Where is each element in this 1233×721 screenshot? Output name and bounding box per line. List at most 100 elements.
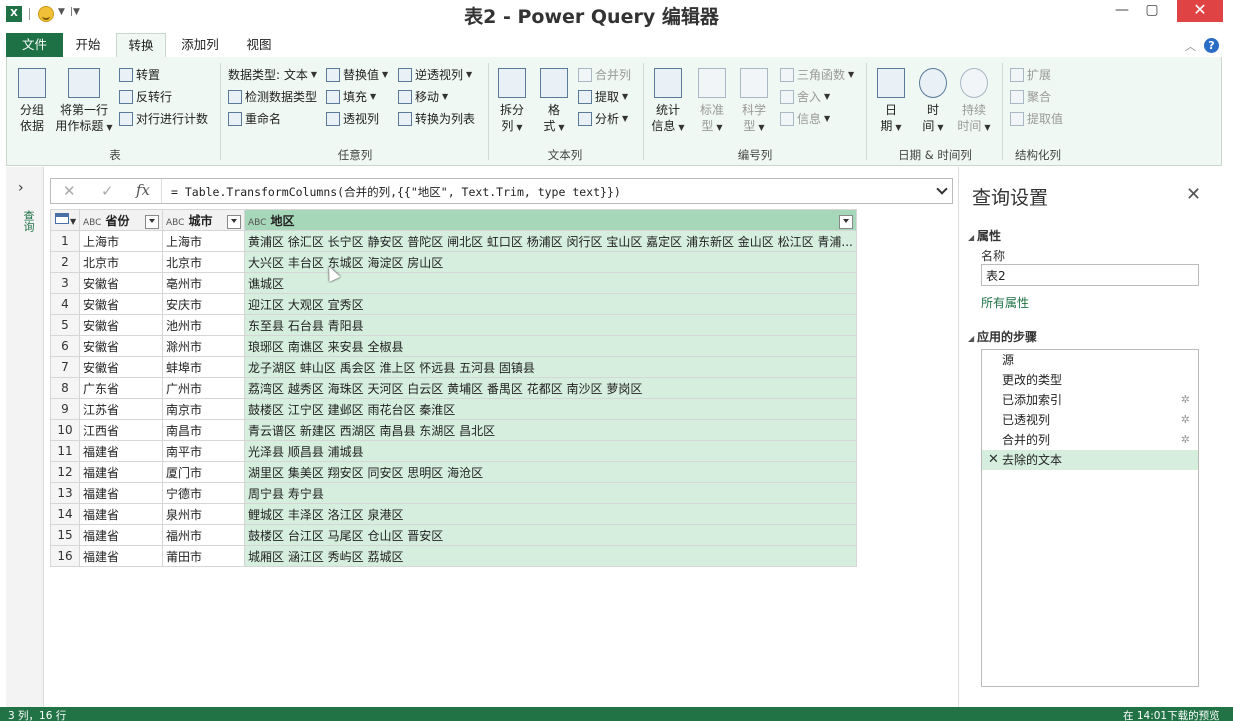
row-number[interactable]: 12	[50, 461, 80, 483]
to-list-button[interactable]: 转换为列表	[398, 110, 475, 127]
row-number[interactable]: 2	[50, 251, 80, 273]
cell-city[interactable]: 南京市	[162, 398, 245, 420]
gear-icon[interactable]: ✲	[1181, 410, 1190, 430]
cell-district[interactable]: 湖里区 集美区 翔安区 同安区 思明区 海沧区	[244, 461, 857, 483]
row-number[interactable]: 11	[50, 440, 80, 462]
filter-dropdown-icon[interactable]	[145, 214, 159, 229]
cell-city[interactable]: 安庆市	[162, 293, 245, 315]
table-row[interactable]: 13 福建省 宁德市 周宁县 寿宁县	[50, 482, 857, 504]
table-row[interactable]: 10 江西省 南昌市 青云谱区 新建区 西湖区 南昌县 东湖区 昌北区	[50, 419, 857, 441]
rename-button[interactable]: 重命名	[228, 110, 281, 127]
expand-queries-icon[interactable]: ›	[18, 180, 24, 196]
confirm-formula-icon[interactable]: ✓	[101, 182, 114, 200]
replace-values-button[interactable]: 替换值 ▼	[326, 66, 388, 83]
cell-district[interactable]: 琅琊区 南谯区 来安县 全椒县	[244, 335, 857, 357]
table-row[interactable]: 15 福建省 福州市 鼓楼区 台江区 马尾区 仓山区 晋安区	[50, 524, 857, 546]
tab-add-column[interactable]: 添加列	[172, 33, 228, 57]
cell-province[interactable]: 福建省	[79, 440, 163, 462]
column-header-city[interactable]: ABC 城市	[162, 209, 245, 231]
cell-city[interactable]: 广州市	[162, 377, 245, 399]
cell-city[interactable]: 宁德市	[162, 482, 245, 504]
aggregate-button[interactable]: 聚合	[1010, 88, 1051, 105]
help-icon[interactable]: ?	[1204, 38, 1219, 53]
table-row[interactable]: 6 安徽省 滁州市 琅琊区 南谯区 来安县 全椒县	[50, 335, 857, 357]
cell-city[interactable]: 福州市	[162, 524, 245, 546]
cell-province[interactable]: 安徽省	[79, 293, 163, 315]
close-pane-icon[interactable]: ✕	[1186, 184, 1201, 205]
use-first-row-button[interactable]: 将第一行 用作标题 ▼	[54, 68, 114, 136]
reverse-rows-button[interactable]: 反转行	[119, 88, 172, 105]
text-type-icon[interactable]: ABC	[83, 218, 101, 228]
trig-button[interactable]: 三角函数 ▼	[780, 66, 854, 83]
cell-province[interactable]: 安徽省	[79, 335, 163, 357]
table-row[interactable]: 7 安徽省 蚌埠市 龙子湖区 蚌山区 禹会区 淮上区 怀远县 五河县 固镇县	[50, 356, 857, 378]
row-number[interactable]: 6	[50, 335, 80, 357]
gear-icon[interactable]: ✲	[1181, 430, 1190, 450]
cell-district[interactable]: 黄浦区 徐汇区 长宁区 静安区 普陀区 闸北区 虹口区 杨浦区 闵行区 宝山区 …	[244, 230, 857, 252]
row-number[interactable]: 14	[50, 503, 80, 525]
date-button[interactable]: 日 期 ▼	[872, 68, 910, 136]
cell-province[interactable]: 福建省	[79, 461, 163, 483]
filter-dropdown-icon[interactable]	[838, 214, 853, 229]
cell-province[interactable]: 安徽省	[79, 356, 163, 378]
expand-formula-bar-icon[interactable]	[936, 183, 948, 195]
minimize-button[interactable]: —	[1110, 0, 1134, 22]
cell-district[interactable]: 青云谱区 新建区 西湖区 南昌县 东湖区 昌北区	[244, 419, 857, 441]
text-type-icon[interactable]: ABC	[166, 218, 184, 228]
detect-type-button[interactable]: 检测数据类型	[228, 88, 317, 105]
standard-button[interactable]: 标准 型 ▼	[692, 68, 732, 136]
queries-nav-pane[interactable]	[6, 167, 44, 707]
cancel-formula-icon[interactable]: ✕	[63, 182, 76, 200]
maximize-button[interactable]: ▢	[1140, 0, 1164, 22]
step-trimmed-text[interactable]: ✕ 去除的文本	[982, 450, 1198, 470]
rounding-button[interactable]: 舍入 ▼	[780, 88, 830, 105]
row-number[interactable]: 4	[50, 293, 80, 315]
cell-province[interactable]: 福建省	[79, 503, 163, 525]
cell-province[interactable]: 福建省	[79, 524, 163, 546]
format-button[interactable]: 格 式 ▼	[536, 68, 572, 136]
cell-district[interactable]: 鲤城区 丰泽区 洛江区 泉港区	[244, 503, 857, 525]
step-added-index[interactable]: 已添加索引 ✲	[982, 390, 1198, 410]
cell-district[interactable]: 鼓楼区 台江区 马尾区 仓山区 晋安区	[244, 524, 857, 546]
table-row[interactable]: 9 江苏省 南京市 鼓楼区 江宁区 建邺区 雨花台区 秦淮区	[50, 398, 857, 420]
queries-nav-label[interactable]: 查询	[20, 210, 36, 232]
cell-province[interactable]: 安徽省	[79, 314, 163, 336]
statistics-button[interactable]: 统计 信息 ▼	[648, 68, 688, 136]
row-number[interactable]: 9	[50, 398, 80, 420]
unpivot-button[interactable]: 逆透视列 ▼	[398, 66, 472, 83]
fx-icon[interactable]: fx	[136, 181, 150, 199]
table-row[interactable]: 5 安徽省 池州市 东至县 石台县 青阳县	[50, 314, 857, 336]
pivot-column-button[interactable]: 透视列	[326, 110, 379, 127]
table-row[interactable]: 2 北京市 北京市 大兴区 丰台区 东城区 海淀区 房山区	[50, 251, 857, 273]
cell-district[interactable]: 鼓楼区 江宁区 建邺区 雨花台区 秦淮区	[244, 398, 857, 420]
row-number[interactable]: 3	[50, 272, 80, 294]
tab-view[interactable]: 视图	[238, 33, 280, 57]
table-row[interactable]: 8 广东省 广州市 荔湾区 越秀区 海珠区 天河区 白云区 黄埔区 番禺区 花都区 南…	[50, 377, 857, 399]
filter-dropdown-icon[interactable]	[227, 214, 241, 229]
row-number[interactable]: 10	[50, 419, 80, 441]
applied-steps-header[interactable]: 应用的步骤	[968, 328, 1037, 345]
transpose-button[interactable]: 转置	[119, 66, 160, 83]
step-pivoted-column[interactable]: 已透视列 ✲	[982, 410, 1198, 430]
fill-button[interactable]: 填充 ▼	[326, 88, 376, 105]
cell-city[interactable]: 南平市	[162, 440, 245, 462]
table-row[interactable]: 12 福建省 厦门市 湖里区 集美区 翔安区 同安区 思明区 海沧区	[50, 461, 857, 483]
column-header-district[interactable]: ABC 地区	[244, 209, 857, 231]
cell-province[interactable]: 江苏省	[79, 398, 163, 420]
cell-district[interactable]: 光泽县 顺昌县 浦城县	[244, 440, 857, 462]
duration-button[interactable]: 持续 时间 ▼	[954, 68, 994, 136]
cell-city[interactable]: 上海市	[162, 230, 245, 252]
cell-province[interactable]: 福建省	[79, 482, 163, 504]
row-number[interactable]: 7	[50, 356, 80, 378]
information-button[interactable]: 信息 ▼	[780, 110, 830, 127]
row-number[interactable]: 8	[50, 377, 80, 399]
all-properties-link[interactable]: 所有属性	[981, 294, 1029, 311]
scientific-button[interactable]: 科学 型 ▼	[734, 68, 774, 136]
cell-city[interactable]: 南昌市	[162, 419, 245, 441]
tab-transform[interactable]: 转换	[116, 33, 166, 57]
step-changed-type[interactable]: 更改的类型	[982, 370, 1198, 390]
cell-district[interactable]: 东至县 石台县 青阳县	[244, 314, 857, 336]
step-merged-columns[interactable]: 合并的列 ✲	[982, 430, 1198, 450]
cell-city[interactable]: 泉州市	[162, 503, 245, 525]
row-number[interactable]: 1	[50, 230, 80, 252]
